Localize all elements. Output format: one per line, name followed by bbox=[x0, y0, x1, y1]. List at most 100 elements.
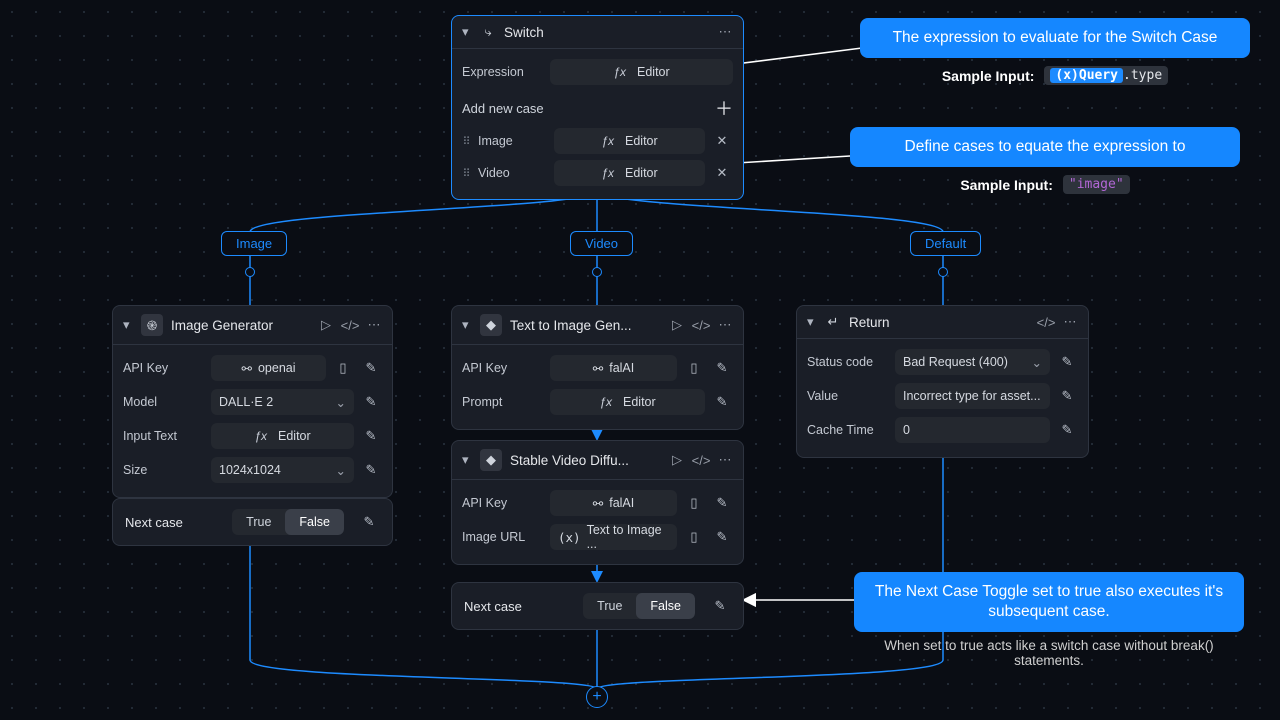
next-case-video: Next case TrueFalse ✎ bbox=[451, 582, 744, 630]
more-icon[interactable]: ⋯ bbox=[717, 452, 733, 468]
fal-icon: ◆ bbox=[480, 314, 502, 336]
field-label: Value bbox=[807, 389, 889, 403]
code-icon[interactable]: </> bbox=[693, 318, 709, 333]
play-icon[interactable]: ▷ bbox=[669, 452, 685, 468]
branch-video-label[interactable]: Video bbox=[570, 231, 633, 256]
case-name: Image bbox=[478, 134, 548, 148]
api-key-field[interactable]: ⚯falAI bbox=[550, 355, 677, 381]
copy-icon[interactable]: ▯ bbox=[683, 357, 705, 379]
callout-expression: The expression to evaluate for the Switc… bbox=[860, 18, 1250, 85]
add-node-button[interactable]: + bbox=[586, 686, 608, 708]
next-case-toggle[interactable]: TrueFalse bbox=[232, 509, 344, 535]
copy-icon[interactable]: ▯ bbox=[683, 492, 705, 514]
drag-handle-icon[interactable]: ⠿ bbox=[462, 167, 472, 180]
node-title: Text to Image Gen... bbox=[510, 318, 661, 333]
play-icon[interactable]: ▷ bbox=[318, 317, 334, 333]
field-label: API Key bbox=[462, 361, 544, 375]
node-title: Return bbox=[849, 315, 1030, 330]
cache-field[interactable]: 0 bbox=[895, 417, 1050, 443]
sample-chip: (x)Query.type bbox=[1044, 66, 1168, 85]
case-value-field[interactable]: Editor bbox=[554, 160, 705, 186]
value-field[interactable]: Incorrect type for asset... bbox=[895, 383, 1050, 409]
return-icon: ↵ bbox=[825, 314, 841, 330]
case-value-field[interactable]: Editor bbox=[554, 128, 705, 154]
edit-icon[interactable]: ✎ bbox=[711, 357, 733, 379]
edit-icon[interactable]: ✎ bbox=[711, 492, 733, 514]
field-label: Input Text bbox=[123, 429, 205, 443]
api-key-field[interactable]: ⚯falAI bbox=[550, 490, 677, 516]
node-title: Stable Video Diffu... bbox=[510, 453, 661, 468]
more-icon[interactable]: ⋯ bbox=[366, 317, 382, 333]
branch-default-label[interactable]: Default bbox=[910, 231, 981, 256]
image-generator-node[interactable]: ▾ ֎ Image Generator ▷ </> ⋯ API Key ⚯ope… bbox=[112, 305, 393, 498]
play-icon[interactable]: ▷ bbox=[669, 317, 685, 333]
prompt-field[interactable]: Editor bbox=[550, 389, 705, 415]
sample-chip: "image" bbox=[1063, 175, 1130, 194]
node-title: Image Generator bbox=[171, 318, 310, 333]
code-icon[interactable]: </> bbox=[342, 318, 358, 333]
field-label: Model bbox=[123, 395, 205, 409]
next-case-toggle[interactable]: TrueFalse bbox=[583, 593, 695, 619]
size-select[interactable]: 1024x1024 bbox=[211, 457, 354, 483]
api-key-field[interactable]: ⚯openai bbox=[211, 355, 326, 381]
next-case-image: Next case TrueFalse ✎ bbox=[112, 498, 393, 546]
return-node[interactable]: ▾ ↵ Return </> ⋯ Status code Bad Request… bbox=[796, 305, 1089, 458]
edit-icon[interactable]: ✎ bbox=[709, 595, 731, 617]
image-url-field[interactable]: (x)Text to Image ... bbox=[550, 524, 677, 550]
next-case-label: Next case bbox=[464, 599, 522, 614]
node-title: Switch bbox=[504, 25, 709, 40]
copy-icon[interactable]: ▯ bbox=[683, 526, 705, 548]
case-name: Video bbox=[478, 166, 548, 180]
collapse-icon[interactable]: ▾ bbox=[123, 317, 133, 333]
switch-icon: ⤷ bbox=[480, 24, 496, 40]
collapse-icon[interactable]: ▾ bbox=[462, 24, 472, 40]
collapse-icon[interactable]: ▾ bbox=[462, 317, 472, 333]
collapse-icon[interactable]: ▾ bbox=[462, 452, 472, 468]
field-label: Cache Time bbox=[807, 423, 889, 437]
openai-icon: ֎ bbox=[141, 314, 163, 336]
field-label: Image URL bbox=[462, 530, 544, 544]
edit-icon[interactable]: ✎ bbox=[1056, 385, 1078, 407]
edit-icon[interactable]: ✎ bbox=[1056, 351, 1078, 373]
branch-image-label[interactable]: Image bbox=[221, 231, 287, 256]
expression-field[interactable]: Editor bbox=[550, 59, 733, 85]
edit-icon[interactable]: ✎ bbox=[360, 425, 382, 447]
field-label: Prompt bbox=[462, 395, 544, 409]
text-to-image-node[interactable]: ▾ ◆ Text to Image Gen... ▷ </> ⋯ API Key… bbox=[451, 305, 744, 430]
add-case-button[interactable]: ＋ bbox=[715, 95, 733, 121]
input-text-field[interactable]: Editor bbox=[211, 423, 354, 449]
close-icon[interactable]: ✕ bbox=[711, 162, 733, 184]
field-label: API Key bbox=[123, 361, 205, 375]
stable-video-node[interactable]: ▾ ◆ Stable Video Diffu... ▷ </> ⋯ API Ke… bbox=[451, 440, 744, 565]
close-icon[interactable]: ✕ bbox=[711, 130, 733, 152]
switch-node[interactable]: ▾ ⤷ Switch ⋯ Expression Editor Add new c… bbox=[451, 15, 744, 200]
field-label: API Key bbox=[462, 496, 544, 510]
case-row: ⠿ Image Editor ✕ bbox=[462, 125, 733, 157]
next-case-label: Next case bbox=[125, 515, 183, 530]
copy-icon[interactable]: ▯ bbox=[332, 357, 354, 379]
code-icon[interactable]: </> bbox=[693, 453, 709, 468]
status-select[interactable]: Bad Request (400) bbox=[895, 349, 1050, 375]
add-new-case-label: Add new case bbox=[462, 101, 544, 116]
fal-icon: ◆ bbox=[480, 449, 502, 471]
callout-cases: Define cases to equate the expression to… bbox=[850, 127, 1240, 194]
drag-handle-icon[interactable]: ⠿ bbox=[462, 135, 472, 148]
field-label: Size bbox=[123, 463, 205, 477]
case-row: ⠿ Video Editor ✕ bbox=[462, 157, 733, 189]
model-select[interactable]: DALL·E 2 bbox=[211, 389, 354, 415]
edit-icon[interactable]: ✎ bbox=[1056, 419, 1078, 441]
more-icon[interactable]: ⋯ bbox=[1062, 314, 1078, 330]
expression-label: Expression bbox=[462, 65, 544, 79]
code-icon[interactable]: </> bbox=[1038, 315, 1054, 330]
more-icon[interactable]: ⋯ bbox=[717, 24, 733, 40]
edit-icon[interactable]: ✎ bbox=[711, 391, 733, 413]
field-label: Status code bbox=[807, 355, 889, 369]
edit-icon[interactable]: ✎ bbox=[360, 391, 382, 413]
edit-icon[interactable]: ✎ bbox=[711, 526, 733, 548]
collapse-icon[interactable]: ▾ bbox=[807, 314, 817, 330]
callout-nextcase: The Next Case Toggle set to true also ex… bbox=[854, 572, 1244, 668]
edit-icon[interactable]: ✎ bbox=[360, 459, 382, 481]
edit-icon[interactable]: ✎ bbox=[358, 511, 380, 533]
edit-icon[interactable]: ✎ bbox=[360, 357, 382, 379]
more-icon[interactable]: ⋯ bbox=[717, 317, 733, 333]
